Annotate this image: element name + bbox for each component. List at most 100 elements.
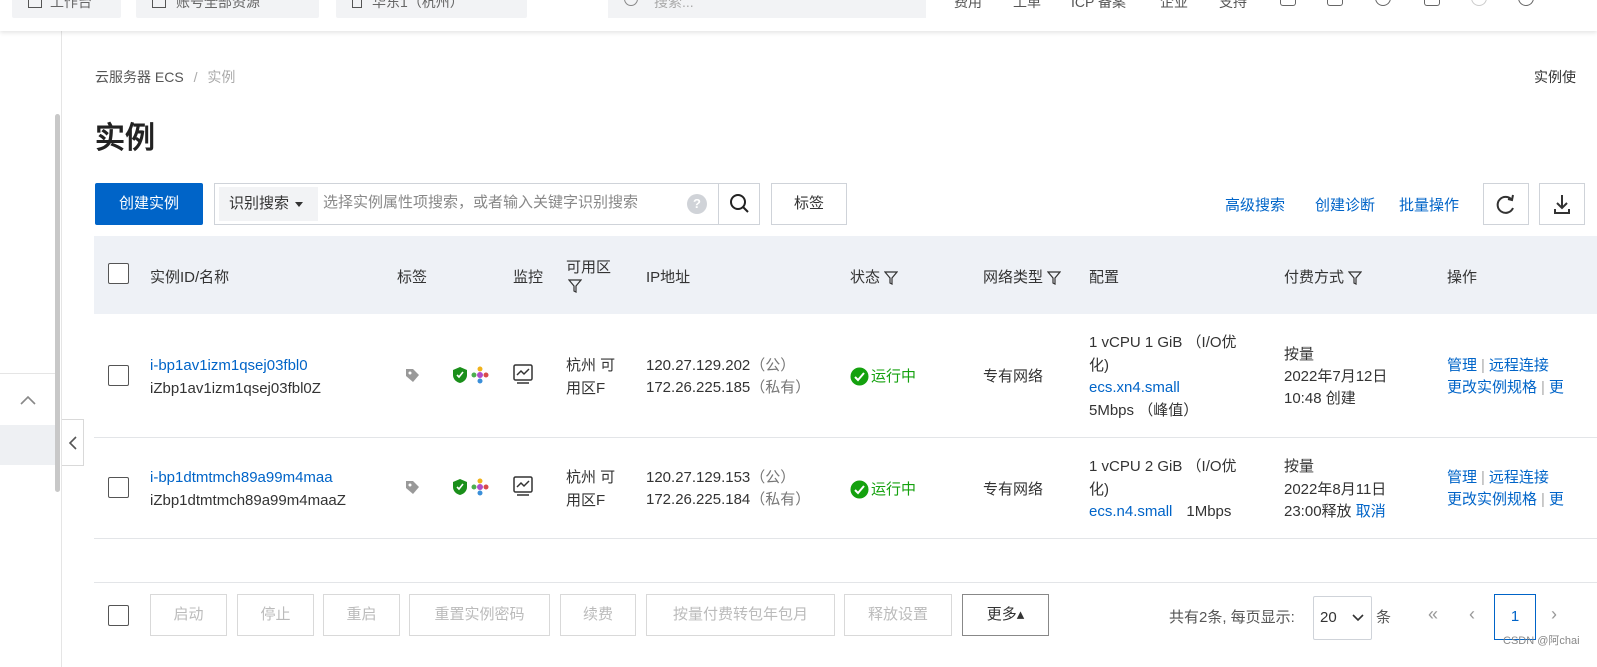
nav-link-ticket[interactable]: 工单 [1013, 0, 1041, 12]
create-diagnosis-link[interactable]: 创建诊断 [1315, 194, 1375, 215]
nav-link-billing[interactable]: 费用 [954, 0, 982, 12]
global-search-input[interactable]: 搜索... [608, 0, 926, 18]
convert-subscription-button[interactable]: 按量付费转包年包月 [646, 594, 835, 636]
page-size-select[interactable]: 20 [1313, 596, 1372, 640]
export-button[interactable] [1539, 183, 1585, 225]
remote-connect-link[interactable]: 远程连接 [1489, 357, 1549, 374]
more-button[interactable]: 更多▴ [962, 594, 1049, 636]
instance-type-link[interactable]: ecs.xn4.small [1089, 377, 1180, 399]
action-divider: | [1481, 357, 1485, 374]
workbench-button[interactable]: 工作台 [12, 0, 121, 18]
reset-password-button[interactable]: 重置实例密码 [409, 594, 550, 636]
chevron-up-icon[interactable] [18, 393, 38, 407]
more-actions-link[interactable]: 更 [1549, 379, 1564, 396]
workbench-label: 工作台 [50, 0, 92, 10]
nav-link-icp[interactable]: ICP 备案 [1071, 0, 1126, 12]
location-icon [352, 0, 362, 9]
first-page-button[interactable]: « [1428, 604, 1438, 625]
filter-icon[interactable] [568, 279, 582, 294]
header-actions: 操作 [1447, 269, 1478, 286]
billing-date: 2022年7月12日 [1284, 368, 1388, 385]
filter-icon[interactable] [1047, 270, 1062, 286]
nav-link-enterprise[interactable]: 企业 [1160, 0, 1188, 12]
sidebar-selected-item[interactable] [0, 425, 56, 465]
shield-icon[interactable] [452, 366, 468, 384]
row-divider [94, 538, 1597, 539]
public-ip-value: 120.27.129.153 [646, 469, 751, 486]
nav-link-support[interactable]: 支持 [1219, 0, 1247, 12]
stop-button[interactable]: 停止 [237, 594, 314, 636]
private-ip-value: 172.26.225.185 [646, 379, 751, 396]
batch-operation-link[interactable]: 批量操作 [1399, 194, 1459, 215]
instance-type-link[interactable]: ecs.n4.small [1089, 503, 1172, 520]
breadcrumb-root[interactable]: 云服务器 ECS [95, 69, 184, 85]
shield-icon[interactable] [452, 478, 468, 496]
prev-page-button[interactable]: ‹ [1469, 604, 1475, 625]
page-size-value: 20 [1320, 609, 1337, 626]
sidebar-scrollbar[interactable] [55, 114, 60, 492]
refresh-button[interactable] [1483, 183, 1529, 225]
help-circle-icon[interactable] [1518, 0, 1534, 6]
header-status: 状态 [850, 266, 899, 287]
row-checkbox[interactable] [108, 365, 129, 386]
row-checkbox[interactable] [108, 477, 129, 498]
start-button[interactable]: 启动 [150, 594, 227, 636]
footer-select-all-checkbox[interactable] [108, 605, 129, 626]
search-submit-button[interactable] [718, 183, 760, 225]
zone-label: 杭州 可 [566, 469, 616, 486]
renew-button[interactable]: 续费 [560, 594, 636, 636]
footer-divider [94, 582, 1597, 583]
account-icon [152, 0, 166, 9]
search-icon [730, 194, 749, 213]
remote-connect-link[interactable]: 远程连接 [1489, 469, 1549, 486]
instance-search-box: 识别搜索 ? [214, 183, 719, 225]
security-center-icon[interactable] [471, 478, 489, 496]
status-badge: 运行中 [871, 368, 917, 385]
billing-time: 23:00释放 [1284, 503, 1352, 520]
tag-icon[interactable] [404, 367, 421, 384]
instance-usage-link[interactable]: 实例使 [1534, 67, 1576, 87]
region-selector[interactable]: 华东1（杭州） [336, 0, 527, 18]
instance-search-input[interactable] [323, 194, 683, 211]
tag-icon[interactable] [404, 479, 421, 496]
tag-filter-button[interactable]: 标签 [771, 183, 847, 225]
cancel-release-link[interactable]: 取消 [1356, 503, 1386, 520]
zone-label: 杭州 可 [566, 357, 616, 374]
spec-and-bandwidth: ecs.n4.small 1Mbps [1089, 501, 1231, 523]
header-instance-id: 实例ID/名称 [150, 269, 230, 286]
restart-button[interactable]: 重启 [323, 594, 400, 636]
instance-id-link[interactable]: i-bp1dtmtmch89a99m4maa [150, 467, 333, 489]
chevron-left-icon [68, 436, 77, 450]
bell-icon[interactable] [1375, 0, 1391, 6]
top-navigation-bar: 工作台 账号全部资源 华东1（杭州） 搜索... 费用 工单 ICP 备案 企业… [0, 0, 1597, 31]
manage-link[interactable]: 管理 [1447, 357, 1477, 374]
public-ip: 120.27.129.202（公） [646, 355, 795, 377]
sidebar-collapse-button[interactable] [62, 419, 84, 466]
search-type-dropdown[interactable]: 识别搜索 [219, 187, 318, 221]
lightbulb-icon[interactable] [1471, 0, 1487, 6]
security-center-icon[interactable] [471, 366, 489, 384]
question-icon[interactable]: ? [687, 194, 707, 214]
monitor-icon[interactable] [512, 363, 534, 385]
more-actions-link[interactable]: 更 [1549, 491, 1564, 508]
private-ip-tag: （私有） [750, 379, 811, 396]
filter-icon[interactable] [1348, 270, 1363, 286]
config-spec-2: 化) [1089, 481, 1109, 498]
change-spec-link[interactable]: 更改实例规格 [1447, 379, 1537, 396]
cart-icon[interactable] [1424, 0, 1440, 6]
release-settings-button[interactable]: 释放设置 [844, 594, 952, 636]
message-icon[interactable] [1327, 0, 1343, 6]
cloud-shell-icon[interactable] [1280, 0, 1296, 6]
check-circle-icon [850, 480, 869, 499]
create-instance-button[interactable]: 创建实例 [95, 183, 203, 225]
account-selector[interactable]: 账号全部资源 [136, 0, 319, 18]
manage-link[interactable]: 管理 [1447, 469, 1477, 486]
region-label: 华东1（杭州） [372, 0, 464, 10]
next-page-button[interactable]: › [1551, 604, 1557, 625]
monitor-icon[interactable] [512, 475, 534, 497]
filter-icon[interactable] [884, 270, 899, 286]
advanced-search-link[interactable]: 高级搜索 [1225, 194, 1285, 215]
change-spec-link[interactable]: 更改实例规格 [1447, 491, 1537, 508]
select-all-checkbox[interactable] [108, 263, 129, 284]
instance-id-link[interactable]: i-bp1av1izm1qsej03fbl0 [150, 355, 308, 377]
